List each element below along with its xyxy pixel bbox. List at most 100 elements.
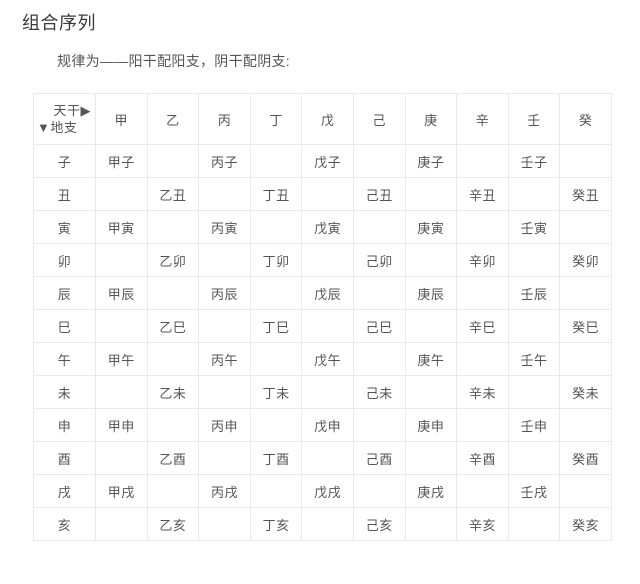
- page-root: 组合序列 规律为——阳干配阳支，阴干配阴支: 天干▶ ▼地支 甲 乙 丙 丁 戊…: [0, 0, 640, 584]
- ganzhi-pair-cell: 丁巳: [249, 309, 303, 343]
- table-row: 戌甲戌 丙戌 戊戌 庚戌 壬戌: [33, 474, 612, 508]
- table-header: 天干▶ ▼地支 甲 乙 丙 丁 戊 己 庚 辛 壬 癸: [33, 93, 612, 145]
- ganzhi-pair-cell: 庚寅: [404, 210, 458, 244]
- empty-cell: [404, 441, 458, 475]
- earthly-branch-axis-text: 地支: [50, 120, 78, 135]
- empty-cell: [146, 342, 200, 376]
- ganzhi-pair-cell: 乙丑: [146, 177, 200, 211]
- empty-cell: [301, 309, 354, 343]
- empty-cell: [146, 276, 200, 310]
- empty-cell: [95, 177, 148, 211]
- ganzhi-pair-cell: 丙辰: [198, 276, 251, 310]
- empty-cell: [146, 408, 200, 442]
- ganzhi-pair-cell: 丙戌: [198, 474, 251, 508]
- heavenly-stem-axis-text: 天干: [53, 103, 81, 118]
- row-header-branch: 辰: [33, 276, 96, 310]
- empty-cell: [146, 474, 200, 508]
- table-row: 辰甲辰 丙辰 戊辰 庚辰 壬辰: [33, 276, 612, 310]
- empty-cell: [249, 474, 303, 508]
- ganzhi-pair-cell: 乙酉: [146, 441, 200, 475]
- empty-cell: [559, 408, 612, 442]
- table-row: 卯 乙卯 丁卯 己卯 辛卯 癸卯: [33, 243, 612, 277]
- axis-legend-cell: 天干▶ ▼地支: [33, 93, 96, 145]
- empty-cell: [507, 507, 561, 541]
- row-header-branch: 未: [33, 375, 96, 409]
- column-header-stem: 戊: [301, 93, 354, 145]
- ganzhi-pair-cell: 丁未: [249, 375, 303, 409]
- empty-cell: [352, 474, 406, 508]
- ganzhi-pair-cell: 辛巳: [456, 309, 509, 343]
- ganzhi-pair-cell: 甲寅: [95, 210, 148, 244]
- empty-cell: [352, 276, 406, 310]
- table-row: 酉 乙酉 丁酉 己酉 辛酉 癸酉: [33, 441, 612, 475]
- ganzhi-pair-cell: 庚午: [404, 342, 458, 376]
- empty-cell: [507, 243, 561, 277]
- empty-cell: [301, 177, 354, 211]
- empty-cell: [559, 144, 612, 178]
- ganzhi-pair-cell: 己酉: [352, 441, 406, 475]
- ganzhi-pair-cell: 丙寅: [198, 210, 251, 244]
- column-header-stem: 己: [352, 93, 406, 145]
- empty-cell: [507, 309, 561, 343]
- ganzhi-pair-cell: 甲戌: [95, 474, 148, 508]
- ganzhi-pair-cell: 己巳: [352, 309, 406, 343]
- empty-cell: [404, 243, 458, 277]
- row-header-branch: 申: [33, 408, 96, 442]
- empty-cell: [249, 144, 303, 178]
- ganzhi-pair-cell: 乙卯: [146, 243, 200, 277]
- empty-cell: [352, 342, 406, 376]
- empty-cell: [301, 375, 354, 409]
- empty-cell: [559, 276, 612, 310]
- empty-cell: [198, 507, 251, 541]
- empty-cell: [301, 243, 354, 277]
- ganzhi-pair-cell: 己未: [352, 375, 406, 409]
- table-row: 子甲子 丙子 戊子 庚子 壬子: [33, 144, 612, 178]
- empty-cell: [404, 507, 458, 541]
- ganzhi-pair-cell: 丙子: [198, 144, 251, 178]
- empty-cell: [352, 144, 406, 178]
- empty-cell: [95, 507, 148, 541]
- ganzhi-pair-cell: 庚申: [404, 408, 458, 442]
- table-row: 亥 乙亥 丁亥 己亥 辛亥 癸亥: [33, 507, 612, 541]
- ganzhi-pair-cell: 辛丑: [456, 177, 509, 211]
- ganzhi-pair-cell: 壬午: [507, 342, 561, 376]
- empty-cell: [559, 342, 612, 376]
- empty-cell: [456, 144, 509, 178]
- row-header-branch: 子: [33, 144, 96, 178]
- ganzhi-pair-cell: 癸酉: [559, 441, 612, 475]
- ganzhi-pair-cell: 甲子: [95, 144, 148, 178]
- column-header-stem: 乙: [146, 93, 200, 145]
- empty-cell: [249, 342, 303, 376]
- ganzhi-pair-cell: 己亥: [352, 507, 406, 541]
- ganzhi-pair-cell: 庚子: [404, 144, 458, 178]
- ganzhi-pair-cell: 壬申: [507, 408, 561, 442]
- earthly-branch-axis-label: ▼地支: [34, 119, 95, 136]
- empty-cell: [146, 144, 200, 178]
- column-header-stem: 癸: [559, 93, 612, 145]
- ganzhi-pair-cell: 甲申: [95, 408, 148, 442]
- empty-cell: [249, 276, 303, 310]
- empty-cell: [198, 243, 251, 277]
- ganzhi-pair-cell: 辛酉: [456, 441, 509, 475]
- empty-cell: [507, 177, 561, 211]
- ganzhi-pair-cell: 庚辰: [404, 276, 458, 310]
- ganzhi-pair-cell: 庚戌: [404, 474, 458, 508]
- ganzhi-pair-cell: 丙午: [198, 342, 251, 376]
- ganzhi-pair-cell: 戊子: [301, 144, 354, 178]
- column-header-stem: 壬: [507, 93, 561, 145]
- table-row: 丑 乙丑 丁丑 己丑 辛丑 癸丑: [33, 177, 612, 211]
- row-header-branch: 卯: [33, 243, 96, 277]
- empty-cell: [559, 474, 612, 508]
- ganzhi-combination-table: 天干▶ ▼地支 甲 乙 丙 丁 戊 己 庚 辛 壬 癸 子甲子 丙子 戊子 庚子 壬子丑…: [33, 93, 612, 541]
- empty-cell: [249, 210, 303, 244]
- ganzhi-pair-cell: 己卯: [352, 243, 406, 277]
- column-header-stem: 辛: [456, 93, 509, 145]
- ganzhi-pair-cell: 辛卯: [456, 243, 509, 277]
- ganzhi-pair-cell: 戊午: [301, 342, 354, 376]
- empty-cell: [352, 408, 406, 442]
- table-row: 午甲午 丙午 戊午 庚午 壬午: [33, 342, 612, 376]
- row-header-branch: 戌: [33, 474, 96, 508]
- table-row: 寅甲寅 丙寅 戊寅 庚寅 壬寅: [33, 210, 612, 244]
- empty-cell: [198, 177, 251, 211]
- ganzhi-pair-cell: 己丑: [352, 177, 406, 211]
